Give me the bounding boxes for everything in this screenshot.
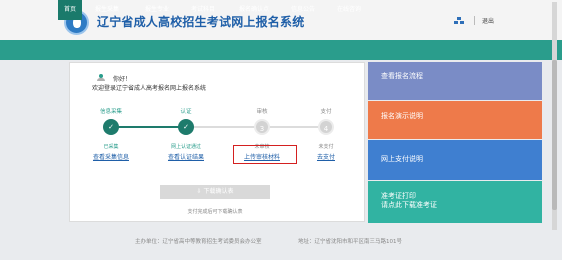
nav-item-info-collect[interactable]: 报生采集 <box>92 0 122 20</box>
greeting-text: 你好！ <box>113 76 132 83</box>
nav-item-notices[interactable]: 信息公告 <box>288 0 318 20</box>
welcome-text: 欢迎登录辽宁省成人高考报名网上报名系统 <box>92 85 207 92</box>
go-pay-link[interactable]: 去支付 <box>296 152 356 161</box>
nav-item-confirm-point[interactable]: 报名确认点 <box>236 0 272 20</box>
download-confirm-form-button[interactable]: ⇩ 下载确认表 <box>160 185 270 199</box>
footer-address: 地址：辽宁省沈阳市和平区南三马路101号 <box>298 239 402 245</box>
footer-organizer: 主办单位：辽宁省高中等教育招生考试委员会办公室 <box>135 239 262 245</box>
user-avatar-icon <box>97 74 107 81</box>
nav-item-consult[interactable]: 在线咨询 <box>334 0 364 20</box>
demo-guide-label: 报名演示说明 <box>381 112 423 120</box>
admission-ticket-button[interactable]: 准考证打印 请点此下载准考证 <box>368 181 542 223</box>
payment-guide-label: 网上支付说明 <box>381 155 423 163</box>
step-2-status: 网上认证通过 <box>170 144 201 150</box>
header-divider <box>474 16 475 25</box>
step-4-number: 4 <box>318 119 334 135</box>
footer: 主办单位：辽宁省高中等教育招生考试委员会办公室 地址：辽宁省沈阳市和平区南三马路… <box>0 233 562 247</box>
step-2-title: 认证 <box>180 109 192 115</box>
step-4-status: 未支付 <box>318 144 334 150</box>
main-nav <box>0 40 562 60</box>
view-collected-info-link[interactable]: 查看采集信息 <box>81 152 141 161</box>
step-3-title: 审核 <box>256 109 268 115</box>
admission-ticket-label: 准考证打印 <box>381 192 416 200</box>
step-1-title: 信息采集 <box>99 109 122 115</box>
view-process-button[interactable]: 查看报名流程 <box>368 62 542 100</box>
logout-link[interactable]: 退出 <box>482 16 494 25</box>
step-3-number: 3 <box>254 119 270 135</box>
step-1-status: 已采集 <box>103 144 119 150</box>
demo-guide-button[interactable]: 报名演示说明 <box>368 101 542 139</box>
step-1-check-icon: ✓ <box>103 119 119 135</box>
step-2-check-icon: ✓ <box>178 119 194 135</box>
nav-item-major[interactable]: 报生专业 <box>142 0 172 20</box>
nav-item-subjects[interactable]: 考试科目 <box>188 0 218 20</box>
sitemap-icon[interactable] <box>454 17 464 24</box>
view-auth-result-link[interactable]: 查看认证结果 <box>156 152 216 161</box>
download-note: 支付完成后可下载确认表 <box>187 209 243 215</box>
highlight-box <box>233 145 297 164</box>
view-process-label: 查看报名流程 <box>381 72 423 80</box>
payment-guide-button[interactable]: 网上支付说明 <box>368 140 542 180</box>
admission-ticket-sublabel: 请点此下载准考证 <box>381 201 437 209</box>
progress-line-done <box>111 126 187 128</box>
scrollbar-thumb[interactable] <box>552 60 557 210</box>
step-4-title: 支付 <box>320 109 332 115</box>
nav-item-home[interactable]: 首页 <box>58 0 82 20</box>
